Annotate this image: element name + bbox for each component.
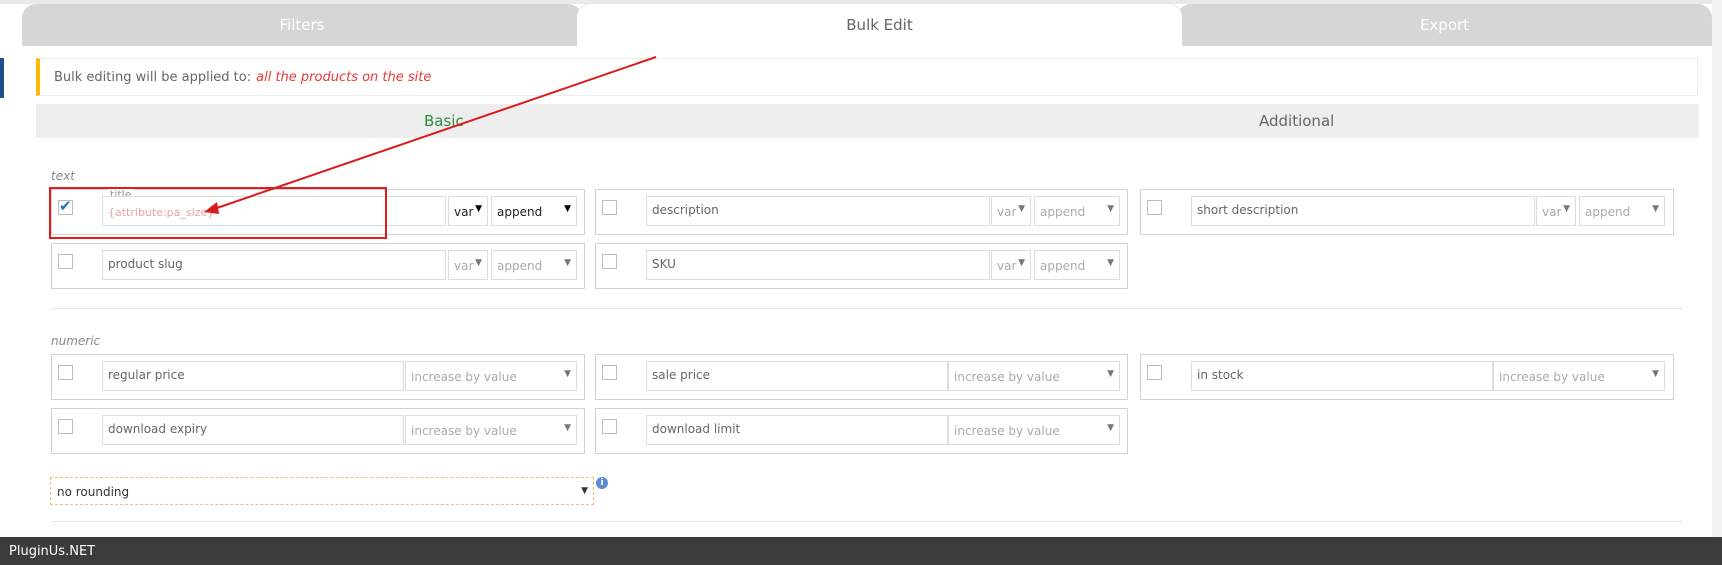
annotation-arrow — [204, 56, 657, 214]
tab-bulk-edit[interactable]: Bulk Edit — [577, 4, 1182, 46]
footer-brand: PluginUs.NET — [9, 543, 96, 559]
footer-bar: PluginUs.NET — [0, 537, 1722, 565]
